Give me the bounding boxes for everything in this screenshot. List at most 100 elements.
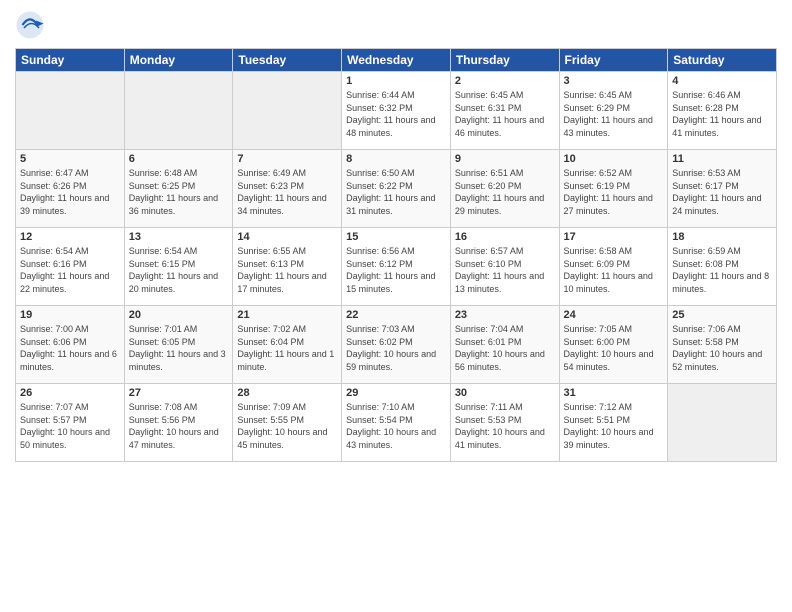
day-info: Sunrise: 7:09 AM Sunset: 5:55 PM Dayligh… xyxy=(237,401,337,451)
weekday-header-tuesday: Tuesday xyxy=(233,49,342,72)
day-info: Sunrise: 6:58 AM Sunset: 6:09 PM Dayligh… xyxy=(564,245,664,295)
sunrise-label: Sunrise: 7:05 AM xyxy=(564,324,633,334)
day-cell: 9 Sunrise: 6:51 AM Sunset: 6:20 PM Dayli… xyxy=(450,150,559,228)
sunset-label: Sunset: 5:51 PM xyxy=(564,415,631,425)
day-cell: 2 Sunrise: 6:45 AM Sunset: 6:31 PM Dayli… xyxy=(450,72,559,150)
sunset-label: Sunset: 6:28 PM xyxy=(672,103,739,113)
day-info: Sunrise: 6:47 AM Sunset: 6:26 PM Dayligh… xyxy=(20,167,120,217)
day-cell: 10 Sunrise: 6:52 AM Sunset: 6:19 PM Dayl… xyxy=(559,150,668,228)
sunset-label: Sunset: 5:58 PM xyxy=(672,337,739,347)
daylight-label: Daylight: 11 hours and 13 minutes. xyxy=(455,271,544,294)
sunrise-label: Sunrise: 7:08 AM xyxy=(129,402,198,412)
sunset-label: Sunset: 6:15 PM xyxy=(129,259,196,269)
daylight-label: Daylight: 11 hours and 39 minutes. xyxy=(20,193,109,216)
day-info: Sunrise: 7:01 AM Sunset: 6:05 PM Dayligh… xyxy=(129,323,229,373)
sunset-label: Sunset: 6:01 PM xyxy=(455,337,522,347)
sunrise-label: Sunrise: 7:03 AM xyxy=(346,324,415,334)
day-cell: 14 Sunrise: 6:55 AM Sunset: 6:13 PM Dayl… xyxy=(233,228,342,306)
daylight-label: Daylight: 10 hours and 56 minutes. xyxy=(455,349,545,372)
daylight-label: Daylight: 10 hours and 59 minutes. xyxy=(346,349,436,372)
day-cell: 24 Sunrise: 7:05 AM Sunset: 6:00 PM Dayl… xyxy=(559,306,668,384)
sunrise-label: Sunrise: 6:59 AM xyxy=(672,246,741,256)
sunset-label: Sunset: 6:05 PM xyxy=(129,337,196,347)
day-cell: 23 Sunrise: 7:04 AM Sunset: 6:01 PM Dayl… xyxy=(450,306,559,384)
sunrise-label: Sunrise: 6:50 AM xyxy=(346,168,415,178)
day-number: 18 xyxy=(672,231,772,243)
day-number: 21 xyxy=(237,309,337,321)
daylight-label: Daylight: 10 hours and 39 minutes. xyxy=(564,427,654,450)
day-number: 15 xyxy=(346,231,446,243)
day-cell: 17 Sunrise: 6:58 AM Sunset: 6:09 PM Dayl… xyxy=(559,228,668,306)
day-number: 23 xyxy=(455,309,555,321)
daylight-label: Daylight: 11 hours and 20 minutes. xyxy=(129,271,218,294)
day-number: 26 xyxy=(20,387,120,399)
sunrise-label: Sunrise: 6:48 AM xyxy=(129,168,198,178)
day-number: 1 xyxy=(346,75,446,87)
day-info: Sunrise: 6:46 AM Sunset: 6:28 PM Dayligh… xyxy=(672,89,772,139)
sunset-label: Sunset: 6:16 PM xyxy=(20,259,87,269)
sunset-label: Sunset: 6:23 PM xyxy=(237,181,304,191)
day-cell: 25 Sunrise: 7:06 AM Sunset: 5:58 PM Dayl… xyxy=(668,306,777,384)
day-number: 17 xyxy=(564,231,664,243)
day-info: Sunrise: 7:08 AM Sunset: 5:56 PM Dayligh… xyxy=(129,401,229,451)
weekday-header-wednesday: Wednesday xyxy=(342,49,451,72)
daylight-label: Daylight: 10 hours and 41 minutes. xyxy=(455,427,545,450)
day-number: 29 xyxy=(346,387,446,399)
day-number: 16 xyxy=(455,231,555,243)
week-row-2: 5 Sunrise: 6:47 AM Sunset: 6:26 PM Dayli… xyxy=(16,150,777,228)
sunrise-label: Sunrise: 7:06 AM xyxy=(672,324,741,334)
daylight-label: Daylight: 10 hours and 45 minutes. xyxy=(237,427,327,450)
day-cell xyxy=(16,72,125,150)
day-cell xyxy=(668,384,777,462)
day-info: Sunrise: 7:11 AM Sunset: 5:53 PM Dayligh… xyxy=(455,401,555,451)
week-row-5: 26 Sunrise: 7:07 AM Sunset: 5:57 PM Dayl… xyxy=(16,384,777,462)
weekday-header-friday: Friday xyxy=(559,49,668,72)
sunrise-label: Sunrise: 7:10 AM xyxy=(346,402,415,412)
day-cell: 1 Sunrise: 6:44 AM Sunset: 6:32 PM Dayli… xyxy=(342,72,451,150)
sunset-label: Sunset: 6:04 PM xyxy=(237,337,304,347)
sunrise-label: Sunrise: 6:45 AM xyxy=(564,90,633,100)
week-row-4: 19 Sunrise: 7:00 AM Sunset: 6:06 PM Dayl… xyxy=(16,306,777,384)
sunset-label: Sunset: 5:54 PM xyxy=(346,415,413,425)
sunrise-label: Sunrise: 6:52 AM xyxy=(564,168,633,178)
day-info: Sunrise: 6:49 AM Sunset: 6:23 PM Dayligh… xyxy=(237,167,337,217)
daylight-label: Daylight: 11 hours and 34 minutes. xyxy=(237,193,326,216)
day-info: Sunrise: 7:05 AM Sunset: 6:00 PM Dayligh… xyxy=(564,323,664,373)
sunset-label: Sunset: 6:17 PM xyxy=(672,181,739,191)
sunset-label: Sunset: 5:53 PM xyxy=(455,415,522,425)
day-info: Sunrise: 6:57 AM Sunset: 6:10 PM Dayligh… xyxy=(455,245,555,295)
calendar-page: SundayMondayTuesdayWednesdayThursdayFrid… xyxy=(0,0,792,612)
sunrise-label: Sunrise: 6:55 AM xyxy=(237,246,306,256)
sunset-label: Sunset: 6:06 PM xyxy=(20,337,87,347)
day-info: Sunrise: 7:10 AM Sunset: 5:54 PM Dayligh… xyxy=(346,401,446,451)
weekday-header-sunday: Sunday xyxy=(16,49,125,72)
sunrise-label: Sunrise: 6:44 AM xyxy=(346,90,415,100)
sunrise-label: Sunrise: 7:00 AM xyxy=(20,324,89,334)
day-number: 12 xyxy=(20,231,120,243)
day-cell: 5 Sunrise: 6:47 AM Sunset: 6:26 PM Dayli… xyxy=(16,150,125,228)
sunset-label: Sunset: 6:09 PM xyxy=(564,259,631,269)
day-number: 10 xyxy=(564,153,664,165)
daylight-label: Daylight: 10 hours and 50 minutes. xyxy=(20,427,110,450)
daylight-label: Daylight: 11 hours and 3 minutes. xyxy=(129,349,226,372)
day-cell: 27 Sunrise: 7:08 AM Sunset: 5:56 PM Dayl… xyxy=(124,384,233,462)
daylight-label: Daylight: 10 hours and 52 minutes. xyxy=(672,349,762,372)
sunrise-label: Sunrise: 6:51 AM xyxy=(455,168,524,178)
day-cell: 28 Sunrise: 7:09 AM Sunset: 5:55 PM Dayl… xyxy=(233,384,342,462)
day-number: 11 xyxy=(672,153,772,165)
daylight-label: Daylight: 11 hours and 10 minutes. xyxy=(564,271,653,294)
sunset-label: Sunset: 6:26 PM xyxy=(20,181,87,191)
weekday-header-saturday: Saturday xyxy=(668,49,777,72)
day-number: 6 xyxy=(129,153,229,165)
day-number: 30 xyxy=(455,387,555,399)
day-info: Sunrise: 6:52 AM Sunset: 6:19 PM Dayligh… xyxy=(564,167,664,217)
day-number: 13 xyxy=(129,231,229,243)
day-info: Sunrise: 6:50 AM Sunset: 6:22 PM Dayligh… xyxy=(346,167,446,217)
day-number: 8 xyxy=(346,153,446,165)
sunrise-label: Sunrise: 6:57 AM xyxy=(455,246,524,256)
week-row-1: 1 Sunrise: 6:44 AM Sunset: 6:32 PM Dayli… xyxy=(16,72,777,150)
sunset-label: Sunset: 6:31 PM xyxy=(455,103,522,113)
day-number: 31 xyxy=(564,387,664,399)
daylight-label: Daylight: 11 hours and 24 minutes. xyxy=(672,193,761,216)
sunset-label: Sunset: 6:20 PM xyxy=(455,181,522,191)
